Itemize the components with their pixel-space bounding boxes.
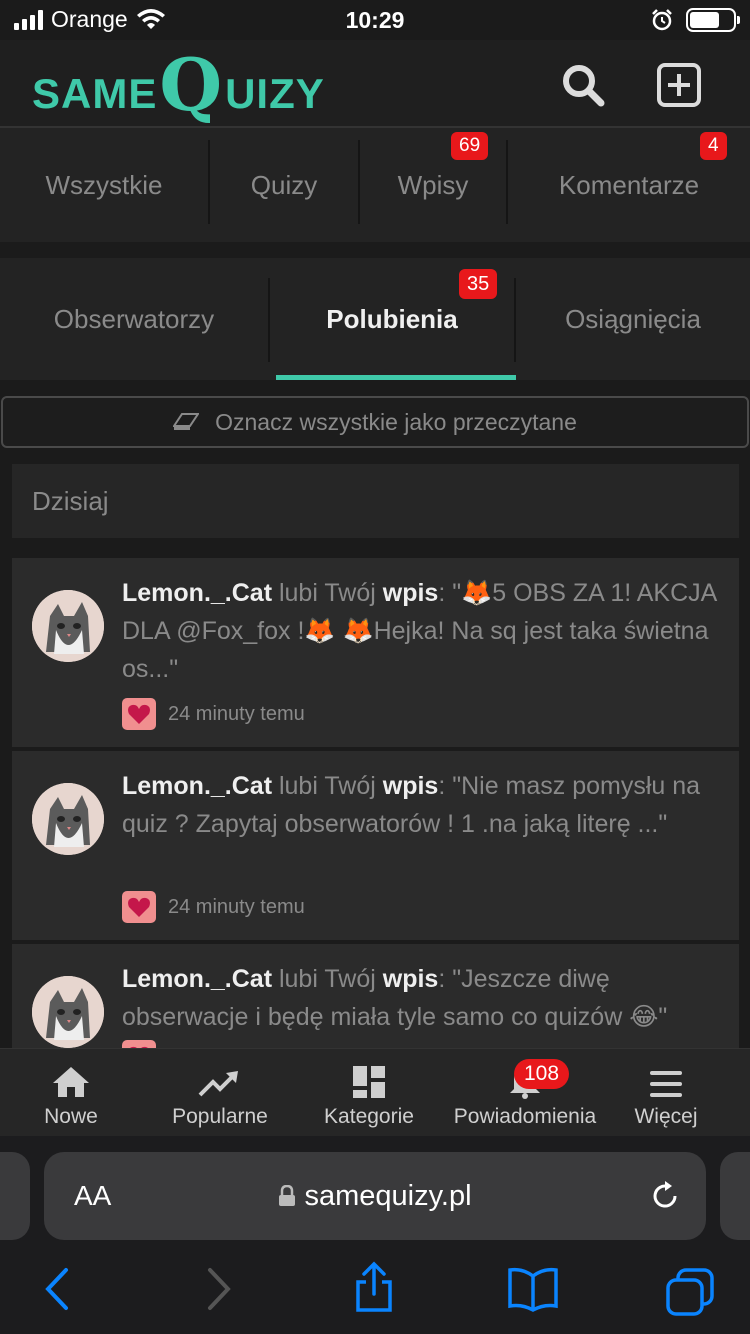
bottom-navigation: Nowe Popularne Kategorie Powiadomienia 1… [0, 1048, 750, 1136]
avatar[interactable] [32, 783, 104, 855]
search-button[interactable] [558, 60, 608, 110]
bookmarks-icon[interactable] [506, 1264, 560, 1314]
notification-text: Lemon._.Cat lubi Twój wpis: "Jeszcze diw… [122, 965, 668, 1031]
avatar[interactable] [32, 976, 104, 1048]
forward-arrow-icon[interactable] [202, 1264, 236, 1314]
polubienia-count-badge: 35 [459, 269, 498, 299]
post-link[interactable]: wpis [383, 579, 439, 607]
search-icon [563, 65, 605, 107]
notification-meta [122, 1040, 156, 1048]
trending-icon [198, 1071, 238, 1097]
wpisy-count-badge: 69 [451, 132, 489, 160]
tabs-icon[interactable] [664, 1266, 716, 1316]
notification-text: Lemon._.Cat lubi Twój wpis: "Nie masz po… [122, 772, 701, 838]
site-header: SAME Q UIZY [0, 40, 750, 128]
alarm-icon [652, 9, 672, 31]
tab-osiagniecia[interactable]: Osiągnięcia [516, 258, 750, 380]
post-link[interactable]: wpis [383, 772, 439, 800]
next-tab-preview[interactable] [720, 1152, 750, 1240]
cat-avatar-icon [32, 976, 104, 1048]
menu-icon [650, 1071, 682, 1097]
grid-icon [353, 1066, 385, 1098]
cat-avatar-icon [32, 783, 104, 855]
activity-tabs: Obserwatorzy Polubienia 35 Osiągnięcia [0, 258, 750, 380]
notification-type-tabs: Wszystkie Quizy Wpisy 69 Komentarze 4 [0, 128, 750, 242]
status-time: 10:29 [345, 7, 405, 33]
heart-icon [122, 1040, 156, 1048]
tab-obserwatorzy[interactable]: Obserwatorzy [0, 258, 268, 380]
notification-item[interactable]: Lemon._.Cat lubi Twój wpis: "🦊5 OBS ZA 1… [12, 558, 739, 749]
nav-kategorie[interactable]: Kategorie [296, 1049, 442, 1137]
previous-tab-preview[interactable] [0, 1152, 30, 1240]
tab-wszystkie[interactable]: Wszystkie [0, 128, 208, 242]
status-bar: Orange 10:29 [0, 0, 750, 40]
nav-nowe[interactable]: Nowe [0, 1049, 142, 1137]
cat-avatar-icon [32, 590, 104, 662]
notification-item[interactable]: Lemon._.Cat lubi Twój wpis: "Nie masz po… [12, 751, 739, 942]
notification-meta: 24 minuty temu [122, 698, 305, 730]
notification-time: 24 minuty temu [168, 895, 305, 918]
notification-item[interactable]: Lemon._.Cat lubi Twój wpis: "Jeszcze diw… [12, 944, 739, 1048]
day-section-header: Dzisiaj [12, 464, 739, 538]
mark-all-read-button[interactable]: Oznacz wszystkie jako przeczytane [1, 396, 749, 448]
browser-toolbar: AA samequizy.pl [0, 1136, 750, 1334]
notification-text: Lemon._.Cat lubi Twój wpis: "🦊5 OBS ZA 1… [122, 579, 716, 683]
user-name[interactable]: Lemon._.Cat [122, 772, 272, 800]
tab-quizy[interactable]: Quizy [210, 128, 358, 242]
reload-icon[interactable] [648, 1179, 682, 1213]
user-name[interactable]: Lemon._.Cat [122, 965, 272, 993]
address-bar[interactable]: AA samequizy.pl [44, 1152, 706, 1240]
post-link[interactable]: wpis [383, 965, 439, 993]
eraser-icon [173, 413, 200, 430]
back-arrow-icon[interactable] [40, 1264, 74, 1314]
plus-square-icon [657, 63, 701, 107]
add-quiz-button[interactable] [654, 60, 704, 110]
notification-time: 24 minuty temu [168, 702, 305, 725]
notification-meta: 24 minuty temu [122, 891, 305, 923]
notifications-count-badge: 108 [514, 1059, 570, 1089]
samequizy-logo[interactable]: SAME Q UIZY [32, 49, 325, 121]
active-tab-indicator [276, 375, 516, 380]
nav-popularne[interactable]: Popularne [146, 1049, 294, 1137]
komentarze-count-badge: 4 [700, 132, 727, 160]
battery-icon [686, 8, 740, 32]
url-display[interactable]: samequizy.pl [44, 1180, 706, 1213]
lock-icon [279, 1184, 296, 1206]
nav-wiecej[interactable]: Więcej [608, 1049, 724, 1137]
share-icon[interactable] [352, 1260, 396, 1314]
user-name[interactable]: Lemon._.Cat [122, 579, 272, 607]
home-icon [53, 1067, 89, 1097]
notifications-list: Lemon._.Cat lubi Twój wpis: "🦊5 OBS ZA 1… [12, 558, 739, 1048]
heart-icon [122, 698, 156, 730]
avatar[interactable] [32, 590, 104, 662]
heart-icon [122, 891, 156, 923]
